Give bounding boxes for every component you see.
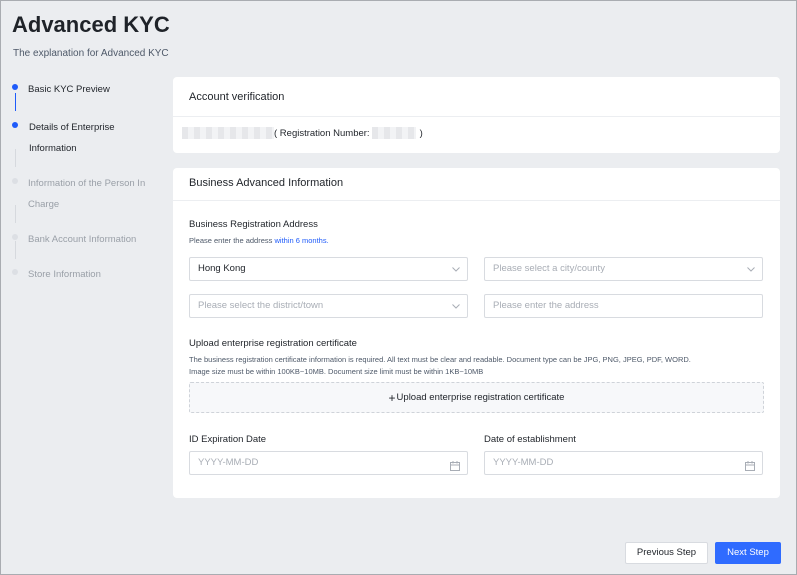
date-placeholder: YYYY-MM-DD <box>493 457 554 468</box>
date-placeholder: YYYY-MM-DD <box>198 457 259 468</box>
region-select[interactable]: Hong Kong <box>189 257 468 281</box>
step-dot <box>12 269 18 275</box>
step-label: Information of the Person In Charge <box>28 173 164 215</box>
step-label-line: Details of Enterprise <box>29 122 115 133</box>
step-dot <box>12 122 18 128</box>
address-placeholder: Please enter the address <box>493 300 599 311</box>
upload-hint: The business registration certificate in… <box>189 354 769 378</box>
district-select[interactable]: Please select the district/town <box>189 294 468 318</box>
page-title: Advanced KYC <box>12 12 170 37</box>
step-label: Store Information <box>28 269 101 280</box>
city-select[interactable]: Please select a city/county <box>484 257 763 281</box>
step-label: Details of Enterprise Information <box>29 117 164 159</box>
step-label-line: Information <box>29 143 77 154</box>
step-connector <box>14 205 16 223</box>
address-label: Business Registration Address <box>189 219 318 230</box>
upload-certificate-button[interactable]: + Upload enterprise registration certific… <box>189 382 764 413</box>
account-verification-card: Account verification ( Registration Numb… <box>173 77 780 153</box>
step-label: Basic KYC Preview <box>28 84 110 95</box>
id-expiration-date-input[interactable]: YYYY-MM-DD <box>189 451 468 475</box>
registration-label: ( Registration Number: <box>274 127 370 139</box>
redacted-company-name <box>182 127 274 139</box>
step-bank-account[interactable]: Bank Account Information <box>9 229 164 264</box>
calendar-icon <box>745 458 755 471</box>
city-placeholder: Please select a city/county <box>493 263 605 274</box>
step-label-line: Information of the Person In <box>28 178 146 189</box>
calendar-icon <box>450 458 460 471</box>
step-connector <box>14 93 16 111</box>
address-hint: Please enter the address within 6 months… <box>189 235 329 247</box>
step-enterprise-details[interactable]: Details of Enterprise Information <box>9 117 164 173</box>
plus-icon: + <box>388 390 396 405</box>
district-placeholder: Please select the district/town <box>198 300 324 311</box>
upload-label: Upload enterprise registration certifica… <box>189 338 357 349</box>
step-label: Bank Account Information <box>28 234 137 245</box>
step-connector <box>14 241 16 259</box>
chevron-down-icon <box>451 295 461 317</box>
step-connector <box>14 149 16 167</box>
redacted-registration-number <box>371 127 416 139</box>
address-hint-text: Please enter the address <box>189 236 275 245</box>
step-dot <box>12 234 18 240</box>
upload-hint-line: Image size must be within 100KB~10MB. Do… <box>189 367 484 376</box>
id-expiration-label: ID Expiration Date <box>189 434 267 445</box>
upload-hint-line: The business registration certificate in… <box>189 355 691 364</box>
step-person-in-charge[interactable]: Information of the Person In Charge <box>9 173 164 229</box>
registration-close: ) <box>419 127 423 139</box>
registration-row: ( Registration Number: ) <box>182 127 423 139</box>
next-step-button[interactable]: Next Step <box>715 542 781 564</box>
card-heading: Account verification <box>173 77 780 117</box>
chevron-down-icon <box>451 258 461 280</box>
card-heading: Business Advanced Information <box>173 168 780 201</box>
step-store-information[interactable]: Store Information <box>9 264 164 285</box>
address-input[interactable]: Please enter the address <box>484 294 763 318</box>
establishment-date-input[interactable]: YYYY-MM-DD <box>484 451 763 475</box>
step-label-line: Charge <box>28 199 60 210</box>
region-value: Hong Kong <box>198 263 246 274</box>
step-dot <box>12 178 18 184</box>
previous-step-button[interactable]: Previous Step <box>625 542 708 564</box>
step-dot <box>12 84 18 90</box>
establishment-label: Date of establishment <box>484 434 576 445</box>
page-subtitle: The explanation for Advanced KYC <box>13 48 169 59</box>
business-info-card: Business Advanced Information Business R… <box>173 168 780 498</box>
upload-button-label: Upload enterprise registration certifica… <box>396 392 565 403</box>
kyc-stepper: Basic KYC Preview Details of Enterprise … <box>9 79 164 285</box>
chevron-down-icon <box>746 258 756 280</box>
step-basic-kyc-preview[interactable]: Basic KYC Preview <box>9 79 164 114</box>
address-hint-link: within 6 months. <box>274 236 329 245</box>
